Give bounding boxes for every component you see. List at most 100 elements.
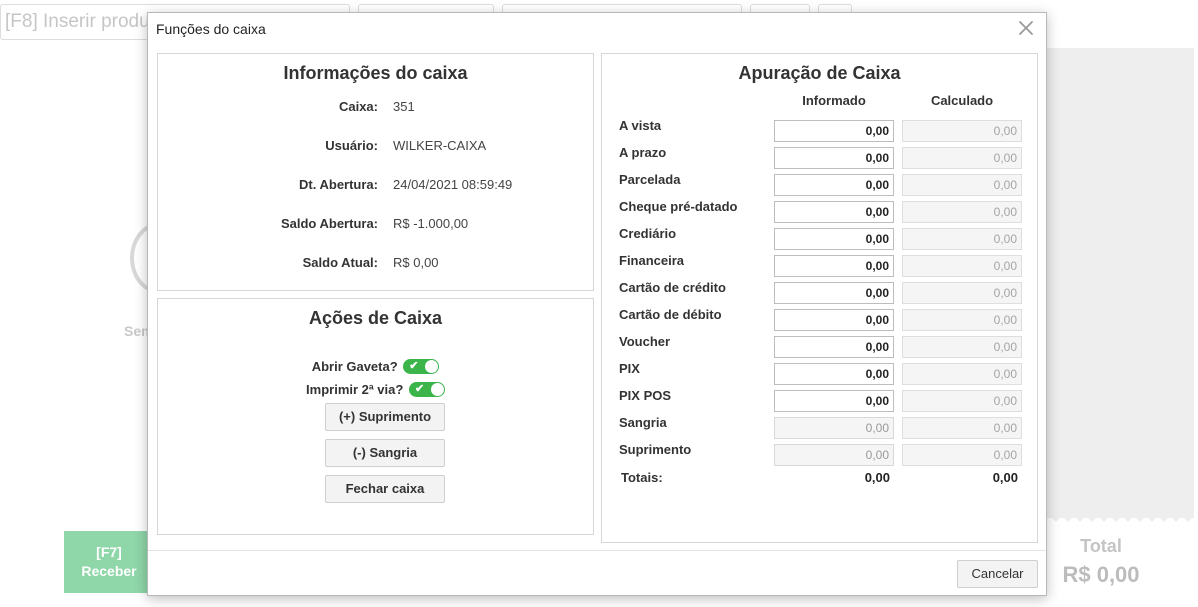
reconciliation-title: Apuração de Caixa [738,63,901,83]
calculado-field [902,147,1022,169]
cash-actions-panel: Ações de Caixa Abrir Gaveta? ✔ Imprimir … [157,298,594,535]
reconciliation-row: Crediário [602,226,1037,250]
informado-input[interactable] [774,309,894,331]
cash-info-title: Informações do caixa [283,63,468,83]
check-icon: ✔ [414,383,425,396]
receipt-total-label: Total [1080,536,1122,556]
payment-method-label: Sangria [619,415,667,430]
reconciliation-row: A vista [602,118,1037,142]
toggle-label: Imprimir 2ª via? [306,382,404,398]
informado-input[interactable] [774,228,894,250]
dialog-header: Funções do caixa [148,13,1046,45]
informado-input[interactable] [774,390,894,412]
reconciliation-row: Suprimento [602,442,1037,466]
totals-calculado: 0,00 [992,470,1018,485]
info-value: R$ 0,00 [393,255,439,270]
payment-method-label: Parcelada [619,172,681,187]
print-copy-toggle[interactable]: ✔ [408,382,445,398]
calculado-field [902,201,1022,223]
receive-shortcut: [F7] [96,544,122,560]
info-row-dt-abertura: Dt. Abertura: 24/04/2021 08:59:49 [158,177,593,197]
payment-method-label: Cartão de débito [619,307,722,322]
suprimento-button[interactable]: (+) Suprimento [325,403,445,431]
toggle-label: Abrir Gaveta? [311,359,398,375]
calculado-field [902,390,1022,412]
info-label: Usuário: [325,138,378,153]
calculado-field [902,228,1022,250]
info-label: Caixa: [338,99,378,114]
reconciliation-row: PIX POS [602,388,1037,412]
calculado-field [902,363,1022,385]
informado-input[interactable] [774,120,894,142]
receipt-total-value: R$ 0,00 [1062,562,1140,587]
informado-input [774,417,894,439]
reconciliation-row: Cartão de crédito [602,280,1037,304]
toggle-knob [430,383,444,397]
reconciliation-row: A prazo [602,145,1037,169]
info-row-saldo-atual: Saldo Atual: R$ 0,00 [158,255,593,275]
calculado-field [902,309,1022,331]
info-value: 24/04/2021 08:59:49 [393,177,513,192]
close-icon[interactable] [1016,18,1036,38]
informado-input [774,444,894,466]
info-label: Dt. Abertura: [299,177,378,192]
column-header-calculado: Calculado [930,93,994,108]
informado-input[interactable] [774,282,894,304]
reconciliation-row: Parcelada [602,172,1037,196]
info-row-saldo-abertura: Saldo Abertura: R$ -1.000,00 [158,216,593,236]
calculado-field [902,336,1022,358]
calculado-field [902,120,1022,142]
reconciliation-row: PIX [602,361,1037,385]
toggle-row-imprimir-2-via: Imprimir 2ª via? ✔ [158,381,593,399]
info-value: WILKER-CAIXA [393,138,487,153]
totals-informado: 0,00 [864,470,890,485]
payment-method-label: A prazo [619,145,667,160]
receive-button[interactable]: [F7] Receber [64,531,154,593]
informado-input[interactable] [774,147,894,169]
reconciliation-row: Sangria [602,415,1037,439]
cash-functions-dialog: Funções do caixa Informações do caixa Ca… [147,12,1047,596]
open-drawer-toggle[interactable]: ✔ [403,359,440,375]
informado-input[interactable] [774,201,894,223]
info-value: 351 [393,99,415,114]
info-value: R$ -1.000,00 [393,216,469,231]
calculado-field [902,417,1022,439]
calculado-field [902,255,1022,277]
informado-input[interactable] [774,336,894,358]
calculado-field [902,174,1022,196]
cash-reconciliation-panel: Apuração de Caixa Informado Calculado A … [601,53,1038,543]
dialog-footer-divider [148,550,1046,551]
payment-method-label: PIX POS [619,388,672,403]
cash-info-panel: Informações do caixa Caixa: 351 Usuário:… [157,53,594,291]
reconciliation-row: Cartão de débito [602,307,1037,331]
info-row-caixa: Caixa: 351 [158,99,593,119]
informado-input[interactable] [774,174,894,196]
payment-method-label: Crediário [619,226,677,241]
toggle-knob [425,360,439,374]
calculado-field [902,444,1022,466]
cash-actions-title: Ações de Caixa [308,308,443,328]
dialog-title: Funções do caixa [156,21,266,37]
payment-method-label: Voucher [619,334,671,349]
cancel-button[interactable]: Cancelar [957,560,1038,588]
payment-method-label: Financeira [619,253,685,268]
informado-input[interactable] [774,255,894,277]
payment-method-label: PIX [619,361,640,376]
receipt-panel [1046,48,1194,518]
totals-label: Totais: [621,470,663,485]
close-register-button[interactable]: Fechar caixa [325,475,445,503]
info-label: Saldo Atual: [302,255,378,270]
reconciliation-row: Cheque pré-datado [602,199,1037,223]
payment-method-label: Cheque pré-datado [619,199,738,214]
toggle-row-abrir-gaveta: Abrir Gaveta? ✔ [158,358,593,376]
info-label: Saldo Abertura: [280,216,378,231]
check-icon: ✔ [409,360,419,373]
sangria-button[interactable]: (-) Sangria [325,439,445,467]
informado-input[interactable] [774,363,894,385]
totals-row: Totais: 0,00 0,00 [602,470,1037,492]
payment-method-label: A vista [619,118,662,133]
calculado-field [902,282,1022,304]
receipt-zigzag-edge [1046,508,1194,522]
reconciliation-row: Financeira [602,253,1037,277]
receive-label: Receber [81,563,137,579]
